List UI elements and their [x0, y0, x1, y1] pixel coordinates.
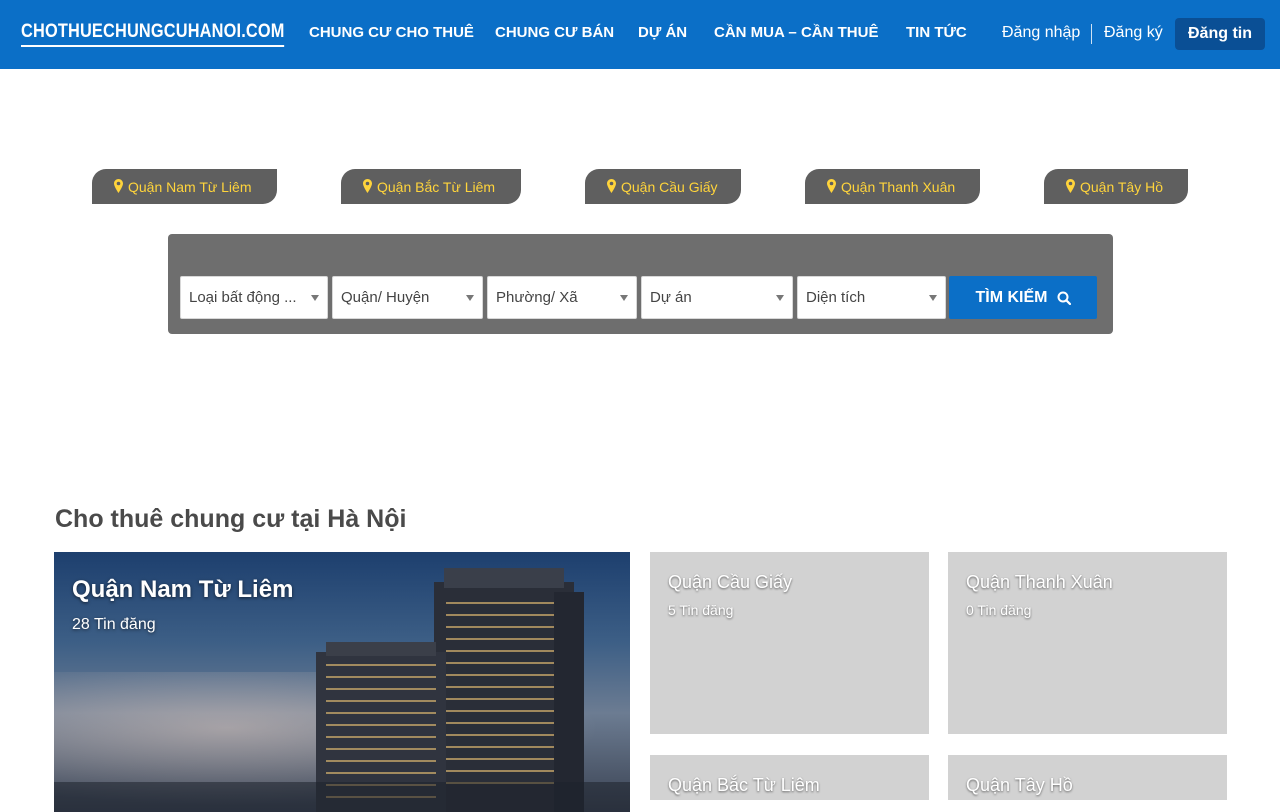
search-button[interactable]: TÌM KIẾM	[949, 276, 1097, 319]
map-marker-icon	[607, 179, 616, 193]
property-type-value: Loại bất động ...	[189, 289, 297, 306]
featured-district-card[interactable]: Quận Nam Từ Liêm 28 Tin đăng	[54, 552, 630, 812]
district-tab-label: Quận Cầu Giấy	[621, 178, 718, 195]
nav-item-du-an[interactable]: DỰ ÁN	[638, 24, 687, 41]
featured-district-name: Quận Nam Từ Liêm	[72, 576, 294, 603]
chevron-down-icon	[620, 295, 628, 301]
district-card-thanh-xuan[interactable]: Quận Thanh Xuân 0 Tin đăng	[948, 552, 1227, 734]
district-card-name: Quận Cầu Giấy	[668, 572, 793, 592]
district-value: Quận/ Huyện	[341, 289, 430, 306]
district-card-name: Quận Thanh Xuân	[966, 572, 1113, 592]
district-tab-label: Quận Thanh Xuân	[841, 178, 956, 195]
district-tab-label: Quận Nam Từ Liêm	[128, 178, 252, 195]
district-tab-label: Quận Tây Hồ	[1080, 178, 1164, 195]
search-button-label: TÌM KIẾM	[975, 288, 1048, 306]
chevron-down-icon	[466, 295, 474, 301]
site-header: CHOTHUECHUNGCUHANOI.COM CHUNG CƯ CHO THU…	[0, 0, 1280, 69]
district-select[interactable]: Quận/ Huyện	[332, 276, 483, 319]
map-marker-icon	[1066, 179, 1075, 193]
project-select[interactable]: Dự án	[641, 276, 793, 319]
district-tab-bac-tu-liem[interactable]: Quận Bắc Từ Liêm	[341, 169, 521, 204]
project-value: Dự án	[650, 289, 692, 306]
district-tab-thanh-xuan[interactable]: Quận Thanh Xuân	[805, 169, 980, 204]
search-panel: Loại bất động ... Quận/ Huyện Phường/ Xã…	[168, 234, 1113, 334]
login-link[interactable]: Đăng nhập	[1002, 24, 1080, 42]
chevron-down-icon	[776, 295, 784, 301]
district-tab-tay-ho[interactable]: Quận Tây Hồ	[1044, 169, 1188, 204]
district-card-bac-tu-liem[interactable]: Quận Bắc Từ Liêm	[650, 755, 929, 800]
district-tab-label: Quận Bắc Từ Liêm	[377, 178, 496, 195]
chevron-down-icon	[929, 295, 937, 301]
register-link[interactable]: Đăng ký	[1104, 24, 1163, 42]
district-card-cau-giay[interactable]: Quận Cầu Giấy 5 Tin đăng	[650, 552, 929, 734]
property-type-select[interactable]: Loại bất động ...	[180, 276, 328, 319]
post-listing-button[interactable]: Đăng tin	[1175, 18, 1265, 50]
section-title: Cho thuê chung cư tại Hà Nội	[55, 505, 407, 533]
district-card-count: 5 Tin đăng	[668, 602, 734, 618]
district-card-tay-ho[interactable]: Quận Tây Hồ	[948, 755, 1227, 800]
area-value: Diện tích	[806, 289, 866, 306]
district-card-name: Quận Tây Hồ	[966, 775, 1073, 795]
site-logo[interactable]: CHOTHUECHUNGCUHANOI.COM	[15, 14, 285, 54]
chevron-down-icon	[311, 295, 319, 301]
nav-item-chung-cu-ban[interactable]: CHUNG CƯ BÁN	[495, 24, 614, 41]
logo-text: CHOTHUECHUNGCUHANOI.COM	[21, 21, 285, 47]
auth-divider	[1091, 24, 1092, 44]
nav-item-chung-cu-cho-thue[interactable]: CHUNG CƯ CHO THUÊ	[309, 24, 474, 41]
ward-value: Phường/ Xã	[496, 289, 578, 306]
nav-item-can-mua-can-thue[interactable]: CẦN MUA – CẦN THUÊ	[714, 24, 878, 41]
map-marker-icon	[114, 179, 123, 193]
nav-item-tin-tuc[interactable]: TIN TỨC	[906, 24, 967, 41]
map-marker-icon	[363, 179, 372, 193]
district-card-name: Quận Bắc Từ Liêm	[668, 775, 820, 795]
search-icon	[1057, 291, 1071, 305]
area-select[interactable]: Diện tích	[797, 276, 946, 319]
district-tab-nam-tu-liem[interactable]: Quận Nam Từ Liêm	[92, 169, 277, 204]
district-card-count: 0 Tin đăng	[966, 602, 1032, 618]
ward-select[interactable]: Phường/ Xã	[487, 276, 637, 319]
map-marker-icon	[827, 179, 836, 193]
district-tab-cau-giay[interactable]: Quận Cầu Giấy	[585, 169, 741, 204]
featured-district-count: 28 Tin đăng	[72, 616, 156, 633]
